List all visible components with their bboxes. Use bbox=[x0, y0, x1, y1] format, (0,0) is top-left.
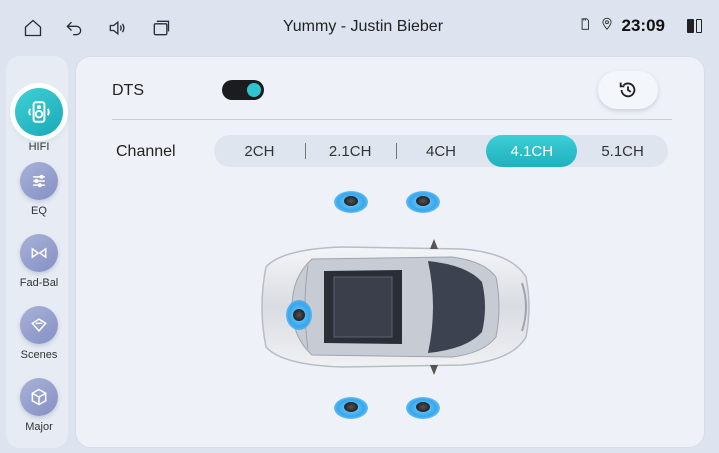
sidebar: HIFI EQ Fad-Bal Scenes Major bbox=[6, 56, 68, 448]
speaker-cone bbox=[416, 196, 430, 206]
status-bar: Yummy - Justin Bieber 23:09 bbox=[0, 0, 719, 56]
status-indicators: 23:09 bbox=[578, 16, 703, 36]
speaker-cone bbox=[344, 402, 358, 412]
recent-apps-icon[interactable] bbox=[150, 17, 172, 39]
sidebar-item-label: EQ bbox=[31, 205, 47, 217]
dts-label: DTS bbox=[112, 82, 144, 99]
fader-icon bbox=[20, 234, 58, 272]
speaker-rear-right[interactable] bbox=[406, 397, 440, 419]
speaker-cone bbox=[344, 196, 358, 206]
sidebar-item-major[interactable]: Major bbox=[6, 378, 72, 433]
reset-button[interactable] bbox=[598, 71, 658, 109]
cube-icon bbox=[20, 378, 58, 416]
now-playing-title[interactable]: Yummy - Justin Bieber bbox=[248, 18, 478, 36]
scenes-icon bbox=[20, 306, 58, 344]
channel-option-2-1ch[interactable]: 2.1CH bbox=[304, 135, 396, 167]
sidebar-item-label: Major bbox=[25, 421, 53, 433]
location-icon bbox=[600, 17, 614, 36]
sidebar-item-hifi[interactable]: HIFI bbox=[6, 88, 72, 153]
sliders-icon bbox=[20, 162, 58, 200]
divider bbox=[112, 119, 672, 120]
dts-toggle[interactable] bbox=[222, 80, 264, 100]
speaker-cone bbox=[293, 309, 305, 321]
sidebar-item-label: HIFI bbox=[28, 141, 50, 153]
sidebar-item-label: Fad-Bal bbox=[19, 277, 59, 289]
toggle-knob bbox=[247, 83, 261, 97]
speaker-cone bbox=[416, 402, 430, 412]
sidebar-item-fad-bal[interactable]: Fad-Bal bbox=[6, 234, 72, 289]
main-panel: DTS Channel 2CH 2.1CH 4CH 4.1CH 5.1CH bbox=[75, 56, 705, 448]
clock: 23:09 bbox=[621, 16, 665, 35]
home-icon[interactable] bbox=[22, 17, 44, 39]
channel-option-2ch[interactable]: 2CH bbox=[214, 135, 305, 167]
reset-icon bbox=[619, 82, 636, 98]
speaker-icon bbox=[15, 88, 63, 136]
split-screen-icon[interactable] bbox=[687, 19, 703, 33]
channel-option-5-1ch[interactable]: 5.1CH bbox=[577, 135, 668, 167]
channel-label: Channel bbox=[116, 143, 176, 160]
sidebar-item-eq[interactable]: EQ bbox=[6, 162, 72, 217]
speaker-front-left[interactable] bbox=[334, 191, 368, 213]
volume-icon[interactable] bbox=[106, 17, 128, 39]
back-icon[interactable] bbox=[63, 17, 85, 39]
speaker-front-right[interactable] bbox=[406, 191, 440, 213]
subwoofer-speaker[interactable] bbox=[286, 300, 312, 330]
channel-option-4ch[interactable]: 4CH bbox=[395, 135, 487, 167]
channel-option-4-1ch[interactable]: 4.1CH bbox=[486, 135, 578, 167]
sidebar-item-scenes[interactable]: Scenes bbox=[6, 306, 72, 361]
channel-selector: 2CH 2.1CH 4CH 4.1CH 5.1CH bbox=[214, 135, 668, 167]
sidebar-item-label: Scenes bbox=[20, 349, 58, 361]
speaker-rear-left[interactable] bbox=[334, 397, 368, 419]
sd-card-icon bbox=[578, 17, 592, 36]
